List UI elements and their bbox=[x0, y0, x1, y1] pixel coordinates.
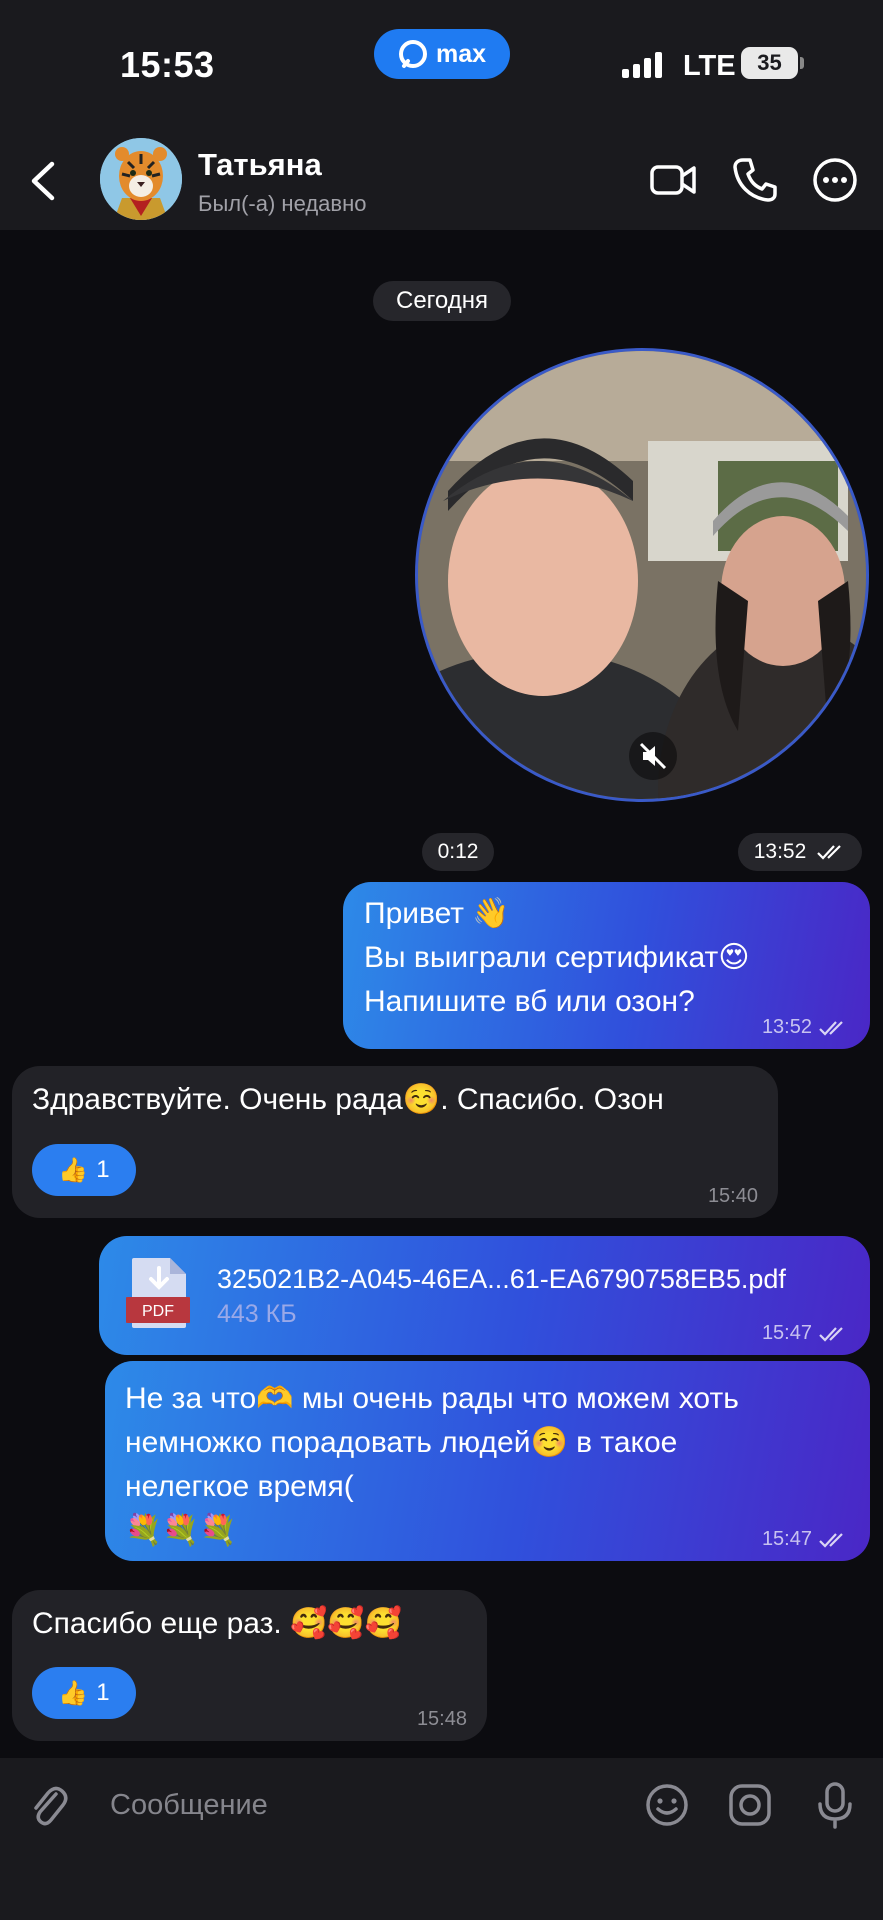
read-check-icon bbox=[817, 845, 842, 860]
message-text: Привет 👋 Вы выиграли сертификат😍 Напишит… bbox=[364, 897, 750, 1018]
chat-area[interactable]: Сегодня 0:12 13:52 Привет 👋 Вы выиграли … bbox=[0, 230, 883, 1758]
status-bar: 15:53 max LTE 35 bbox=[0, 0, 883, 130]
camera-icon[interactable] bbox=[725, 1780, 775, 1830]
app-pill-label: max bbox=[435, 39, 487, 68]
video-time-text: 13:52 bbox=[753, 840, 807, 863]
read-check-icon bbox=[819, 1532, 843, 1548]
message-time: 15:47 bbox=[761, 1528, 812, 1550]
message-time: 13:52 bbox=[761, 1016, 812, 1038]
message-meta: 15:40 bbox=[708, 1185, 758, 1208]
more-icon[interactable] bbox=[809, 154, 861, 206]
outgoing-message[interactable]: Не за что🫶 мы очень рады что можем хоть … bbox=[105, 1361, 870, 1561]
message-input[interactable] bbox=[98, 1770, 618, 1840]
message-text: Не за что🫶 мы очень рады что можем хоть … bbox=[125, 1382, 739, 1547]
file-size: 443 КБ bbox=[217, 1300, 297, 1328]
reaction-count: 1 bbox=[96, 1679, 110, 1706]
battery-icon: 35 bbox=[741, 47, 804, 79]
muted-icon[interactable] bbox=[628, 731, 678, 781]
tiger-avatar-icon bbox=[100, 138, 182, 220]
attach-icon[interactable] bbox=[26, 1780, 70, 1830]
date-separator: Сегодня bbox=[373, 281, 511, 321]
battery-level: 35 bbox=[757, 50, 782, 75]
incoming-message[interactable]: Здравствуйте. Очень рада☺️. Спасибо. Озо… bbox=[12, 1066, 778, 1218]
video-time: 13:52 bbox=[738, 833, 862, 871]
contact-status: Был(-а) недавно bbox=[198, 191, 367, 216]
signal-icon bbox=[622, 52, 662, 78]
chat-header: Татьяна Был(-а) недавно bbox=[0, 130, 883, 230]
status-time: 15:53 bbox=[120, 44, 215, 85]
reaction-emoji: 👍 bbox=[58, 1679, 89, 1707]
pdf-file-icon[interactable]: PDF bbox=[126, 1256, 190, 1330]
contact-name[interactable]: Татьяна bbox=[198, 147, 322, 183]
message-time: 15:47 bbox=[761, 1322, 812, 1344]
composer-bar bbox=[0, 1758, 883, 1920]
reaction-count: 1 bbox=[96, 1156, 110, 1183]
message-meta: 15:48 bbox=[417, 1708, 467, 1731]
reaction-badge[interactable]: 👍 1 bbox=[32, 1667, 136, 1719]
reaction-emoji: 👍 bbox=[58, 1156, 89, 1184]
file-message[interactable]: PDF 325021B2-A045-46EA...61-EA6790758EB5… bbox=[99, 1236, 870, 1355]
file-name[interactable]: 325021B2-A045-46EA...61-EA6790758EB5.pdf bbox=[217, 1264, 786, 1295]
message-meta: 13:52 bbox=[762, 1016, 848, 1039]
read-check-icon bbox=[819, 1020, 843, 1036]
message-field[interactable] bbox=[98, 1770, 618, 1840]
message-time: 15:48 bbox=[416, 1708, 467, 1730]
microphone-icon[interactable] bbox=[810, 1780, 860, 1830]
reaction-badge[interactable]: 👍 1 bbox=[32, 1144, 136, 1196]
message-text: Здравствуйте. Очень рада☺️. Спасибо. Озо… bbox=[32, 1083, 664, 1116]
message-text: Спасибо еще раз. 🥰🥰🥰 bbox=[32, 1607, 403, 1640]
video-duration-text: 0:12 bbox=[437, 840, 479, 863]
avatar[interactable] bbox=[100, 138, 182, 220]
app-pill[interactable]: max bbox=[374, 29, 510, 79]
message-meta: 15:47 bbox=[762, 1528, 848, 1551]
message-meta: 15:47 bbox=[762, 1322, 848, 1345]
video-duration: 0:12 bbox=[422, 833, 494, 871]
read-check-icon bbox=[819, 1326, 843, 1342]
phone-icon[interactable] bbox=[729, 154, 781, 206]
outgoing-message[interactable]: Привет 👋 Вы выиграли сертификат😍 Напишит… bbox=[343, 882, 870, 1049]
network-label: LTE bbox=[683, 50, 736, 82]
file-badge-text: PDF bbox=[142, 1303, 174, 1320]
incoming-message[interactable]: Спасибо еще раз. 🥰🥰🥰 👍 1 15:48 bbox=[12, 1590, 487, 1741]
back-icon[interactable] bbox=[22, 156, 66, 206]
max-logo-icon bbox=[398, 40, 427, 68]
video-call-icon[interactable] bbox=[648, 154, 700, 206]
video-message[interactable] bbox=[415, 348, 869, 802]
message-time: 15:40 bbox=[707, 1185, 758, 1207]
emoji-icon[interactable] bbox=[642, 1780, 692, 1830]
